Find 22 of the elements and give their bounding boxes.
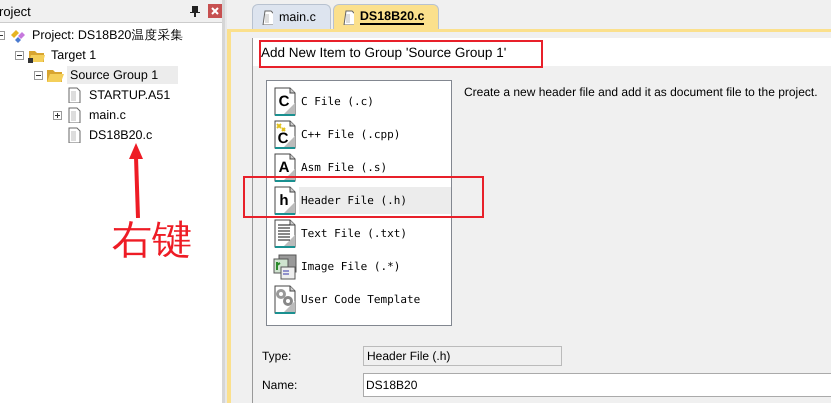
field-label: Name: (262, 378, 298, 392)
description-text: Create a new header file and add it as document file to the project. (464, 85, 818, 101)
tree-item[interactable]: Source Group 1 (67, 66, 178, 84)
list-item[interactable]: Asm File (.s) (299, 154, 451, 181)
list-item[interactable]: Image File (.*) (299, 253, 451, 280)
dialog-title: Add New Item to Group 'Source Group 1' (253, 38, 831, 66)
list-item[interactable]: C File (.c) (299, 88, 451, 115)
annotation-label: 右键 (112, 216, 192, 265)
file-icon: A (273, 153, 297, 182)
field-label: Type: (262, 349, 292, 363)
list-item[interactable]: Header File (.h) (299, 187, 451, 214)
file-icon: C (273, 120, 297, 149)
type-field[interactable]: Header File (.h) (363, 346, 562, 366)
file-icon: C (273, 87, 297, 116)
list-item[interactable]: Text File (.txt) (299, 220, 451, 247)
editor-tab[interactable]: DS18B20.c (332, 4, 440, 29)
file-icon: h (273, 186, 297, 215)
panel-title: roject (0, 4, 32, 18)
name-field[interactable]: DS18B20 (363, 373, 831, 397)
list-item[interactable]: C++ File (.cpp) (299, 121, 451, 148)
list-item[interactable]: User Code Template (299, 286, 451, 313)
editor-tab[interactable]: main.c (252, 4, 331, 29)
